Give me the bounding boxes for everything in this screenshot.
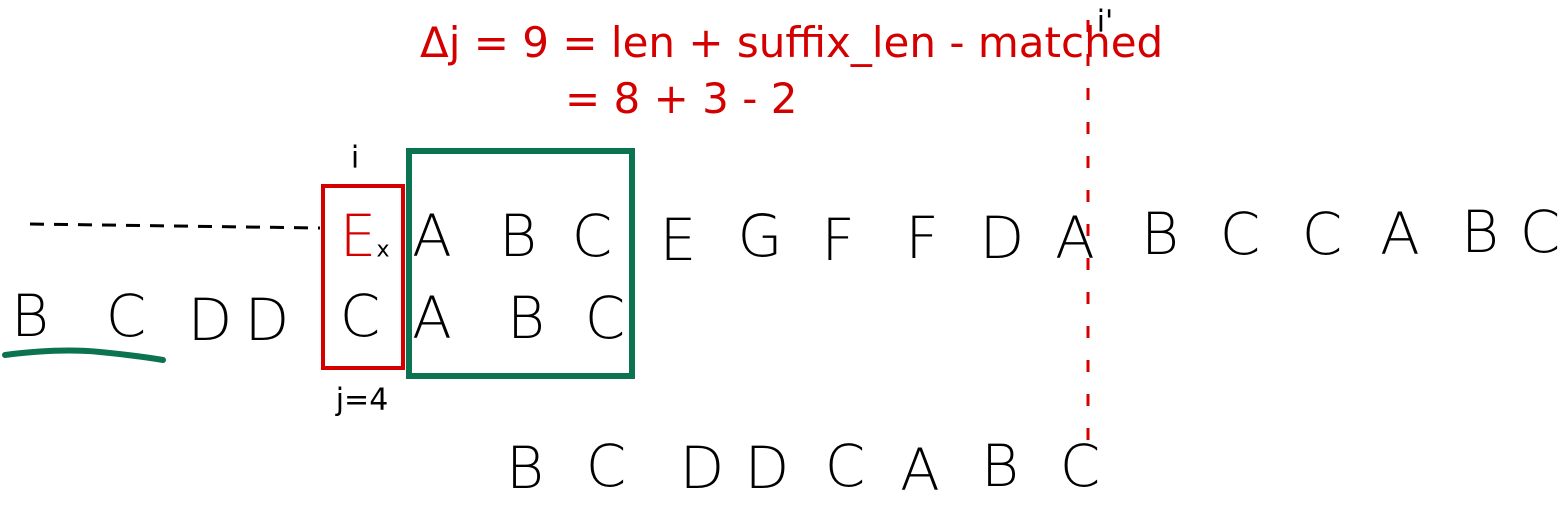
text-char: B	[499, 202, 537, 270]
shifted-pattern-char: D	[679, 434, 725, 502]
text-char: A	[412, 202, 452, 270]
i-label: i	[350, 140, 360, 176]
pattern-char: C	[339, 282, 381, 350]
text-char: B	[1141, 200, 1179, 268]
text-char: G	[737, 202, 783, 270]
pattern-char: B	[11, 282, 49, 350]
text-char: E	[339, 202, 377, 270]
pattern-char: C	[584, 284, 626, 352]
text-char: C	[1301, 200, 1343, 268]
shifted-pattern-char: C	[1059, 432, 1101, 500]
text-char: B	[1461, 198, 1499, 266]
pattern-char: C	[105, 282, 147, 350]
i-prime-label: i'	[1096, 4, 1114, 40]
text-char: A	[1055, 204, 1095, 272]
green-underline	[2, 347, 166, 363]
diagram-canvas: Δj = 9 = len + suffix_len - matched = 8 …	[0, 0, 1566, 514]
text-char: F	[905, 204, 939, 272]
shifted-pattern-char: C	[824, 432, 866, 500]
pattern-char: D	[244, 286, 290, 354]
shifted-pattern-char: A	[900, 436, 940, 504]
formula-line-1: Δj = 9 = len + suffix_len - matched	[420, 18, 1164, 67]
formula-line-2: = 8 + 3 - 2	[565, 74, 798, 123]
pattern-char: B	[507, 284, 545, 352]
text-char: C	[571, 202, 613, 270]
text-char: A	[1380, 200, 1420, 268]
text-char: D	[979, 204, 1025, 272]
mismatch-x-mark: x	[376, 237, 390, 263]
shifted-pattern-char: B	[981, 432, 1019, 500]
pattern-char: D	[187, 286, 233, 354]
shifted-pattern-char: B	[506, 434, 544, 502]
j-label: j=4	[335, 382, 389, 418]
text-char: C	[1219, 200, 1261, 268]
shifted-pattern-char: D	[744, 434, 790, 502]
dashed-line-left	[29, 222, 321, 230]
text-char: E	[659, 206, 697, 274]
shifted-pattern-char: C	[585, 432, 627, 500]
pattern-char: A	[412, 284, 452, 352]
text-char: F	[821, 206, 855, 274]
text-char: C	[1519, 198, 1561, 266]
